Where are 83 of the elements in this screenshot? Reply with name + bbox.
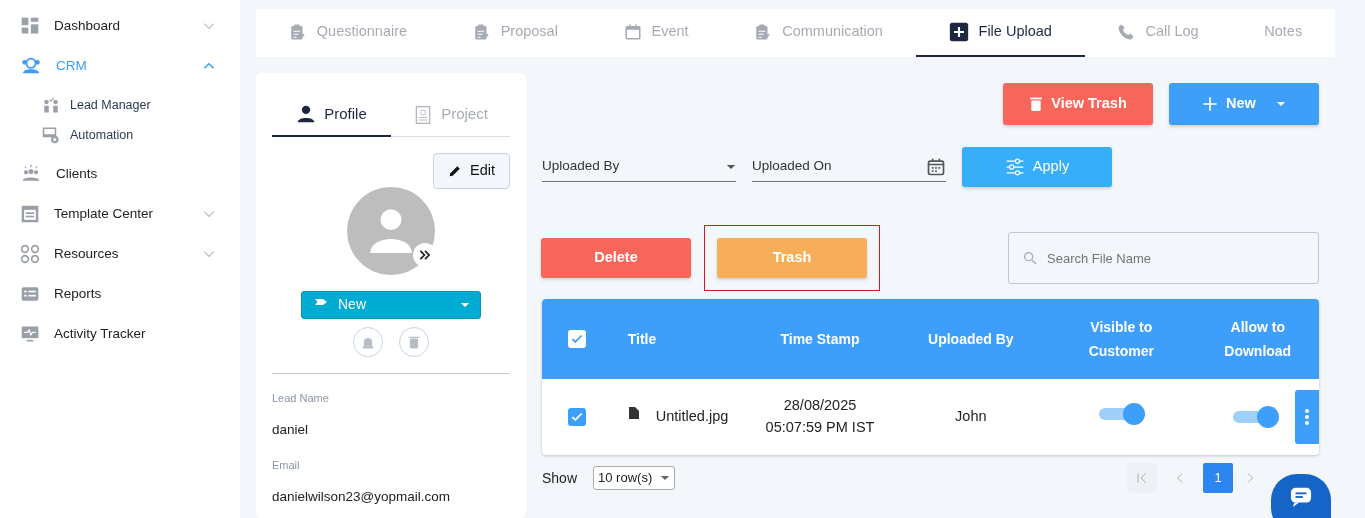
tab[interactable]: File Upload <box>915 9 1085 57</box>
people-icon <box>42 96 60 114</box>
kebab-icon <box>1305 409 1309 425</box>
tab[interactable]: Proposal <box>439 9 591 57</box>
sidebar-item[interactable]: Dashboard <box>0 6 240 46</box>
time-text: 05:07:59 PM IST <box>764 418 876 437</box>
gear-monitor-icon <box>42 126 60 144</box>
column-header: Uploaded By <box>927 329 1015 349</box>
date-field[interactable]: Uploaded On <box>752 152 946 182</box>
trash-icon <box>1029 96 1044 112</box>
template-icon <box>20 204 40 224</box>
tab[interactable]: Questionnaire <box>256 9 440 57</box>
monitor-icon <box>20 324 40 344</box>
tab[interactable]: Call Log <box>1084 9 1232 57</box>
sidebar-item[interactable]: Clients <box>0 154 240 194</box>
field-label: Lead Name <box>272 390 330 406</box>
sliders-icon <box>1004 157 1025 177</box>
apply-button[interactable]: Apply <box>962 147 1112 187</box>
sidebar-item[interactable]: CRM <box>0 46 240 86</box>
bin-icon <box>407 334 421 349</box>
uploaded-by-dropdown[interactable]: Uploaded By <box>542 152 736 182</box>
view-trash-button[interactable]: View Trash <box>1003 83 1153 125</box>
tab[interactable]: Communication <box>721 9 916 57</box>
phone-icon <box>1117 23 1136 41</box>
show-label: Show <box>542 468 578 488</box>
alarm-button[interactable] <box>353 326 383 357</box>
file-name: Untitled.jpg <box>655 407 729 427</box>
sidebar-item[interactable]: Resources <box>0 234 240 274</box>
report-icon <box>20 284 40 304</box>
table-cell-text: John <box>954 407 988 427</box>
rows-per-page-dropdown[interactable]: 10 row(s) <box>593 466 676 490</box>
checkbox[interactable] <box>567 408 586 426</box>
search-field[interactable]: Search File Name <box>1008 232 1319 284</box>
first-page-button[interactable] <box>1127 463 1157 493</box>
sidebar-subitem[interactable]: Lead Manager <box>0 90 240 120</box>
double-chevron-icon <box>418 247 432 262</box>
search-icon <box>1022 250 1038 266</box>
delete-button[interactable]: Delete <box>541 238 691 278</box>
calendar-icon <box>623 23 642 41</box>
date-text: 28/08/2025 <box>782 396 858 416</box>
tab[interactable]: Profile <box>272 93 391 137</box>
chat-icon <box>1288 486 1314 508</box>
check-icon <box>569 332 584 346</box>
grid-icon <box>20 16 40 36</box>
more-button[interactable] <box>1295 390 1319 444</box>
sidebar-item[interactable]: Template Center <box>0 194 240 234</box>
check-icon <box>569 410 584 424</box>
toggle-switch[interactable] <box>1097 402 1146 425</box>
sidebar-subitem[interactable]: Automation <box>0 120 240 150</box>
person-icon <box>296 104 317 124</box>
calendar-icon <box>926 156 946 177</box>
sidebar-item[interactable]: Activity Tracker <box>0 314 240 354</box>
column-header: Title <box>626 329 658 349</box>
edit-button[interactable]: Edit <box>433 153 510 189</box>
first-page-icon <box>1136 472 1148 484</box>
column-header: Visible to Customer <box>1087 318 1155 361</box>
status-dropdown[interactable]: New <box>301 290 481 319</box>
resources-icon <box>20 244 40 264</box>
caret-down-icon <box>1275 99 1286 109</box>
field-label: Email <box>272 457 301 473</box>
tab[interactable]: Notes <box>1231 9 1335 57</box>
clipboard-icon <box>288 23 307 41</box>
caret-down-icon <box>660 473 671 483</box>
field-value: daniel <box>272 421 310 440</box>
plus-icon <box>1202 96 1219 112</box>
sidebar-item[interactable]: Reports <box>0 274 240 314</box>
people-icon <box>20 164 42 184</box>
new-button[interactable]: New <box>1169 83 1319 125</box>
checkbox[interactable] <box>567 330 586 348</box>
file-icon <box>627 406 640 420</box>
tab[interactable]: Event <box>590 9 722 57</box>
column-header: Allow to Download <box>1223 318 1293 361</box>
field-value: danielwilson23@yopmail.com <box>272 488 452 506</box>
chat-button[interactable] <box>1271 474 1331 518</box>
trash-button[interactable]: Trash <box>717 238 867 278</box>
plus-square-icon <box>948 22 969 42</box>
tab[interactable]: Project <box>391 93 510 137</box>
recycle-bin-button[interactable] <box>399 326 429 357</box>
pencil-icon <box>448 163 462 178</box>
toggle-switch[interactable] <box>1231 406 1279 428</box>
clipboard-icon <box>472 23 491 41</box>
page-button[interactable]: 1 <box>1203 463 1233 493</box>
column-header: Time Stamp <box>779 329 861 349</box>
